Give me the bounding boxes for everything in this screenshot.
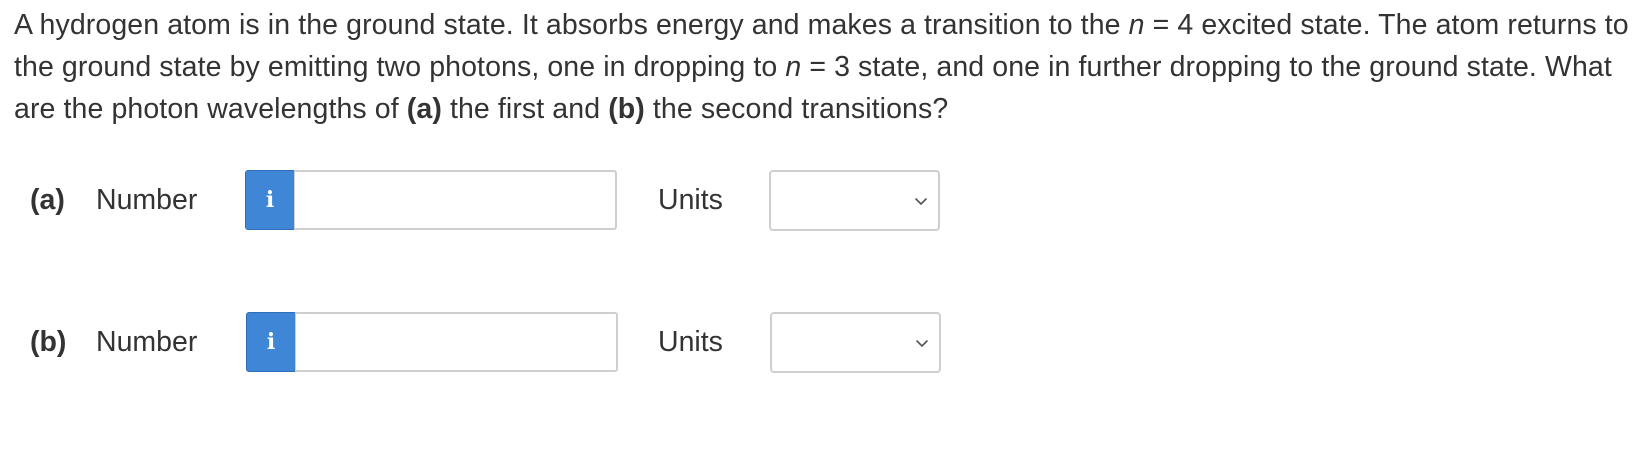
number-input[interactable]: [294, 170, 617, 230]
question-text-part: the first and: [441, 93, 609, 125]
question-text: A hydrogen atom is in the ground state. …: [14, 4, 1644, 130]
part-a-reference: (a): [406, 93, 442, 125]
info-button[interactable]: i: [246, 312, 296, 372]
number-label: Number: [96, 326, 198, 358]
number-label: Number: [96, 184, 198, 216]
units-label: Units: [658, 184, 723, 216]
part-label: (a): [30, 184, 65, 216]
units-label: Units: [658, 326, 723, 358]
number-input[interactable]: [295, 312, 618, 372]
units-select[interactable]: [769, 170, 940, 231]
variable-n: n: [1128, 9, 1145, 41]
chevron-down-icon: [916, 340, 928, 347]
variable-n: n: [785, 51, 802, 83]
info-icon: i: [266, 329, 276, 355]
chevron-down-icon: [915, 198, 927, 205]
info-icon: i: [265, 187, 275, 213]
answer-row-a: (a) Number i Units: [0, 170, 1000, 232]
units-select[interactable]: [770, 312, 941, 373]
answer-row-b: (b) Number i Units: [0, 312, 1000, 374]
question-text-part: the second transitions?: [644, 93, 949, 125]
part-label: (b): [30, 326, 67, 358]
part-b-reference: (b): [608, 93, 645, 125]
question-text-part: A hydrogen atom is in the ground state. …: [14, 9, 1129, 41]
info-button[interactable]: i: [245, 170, 295, 230]
